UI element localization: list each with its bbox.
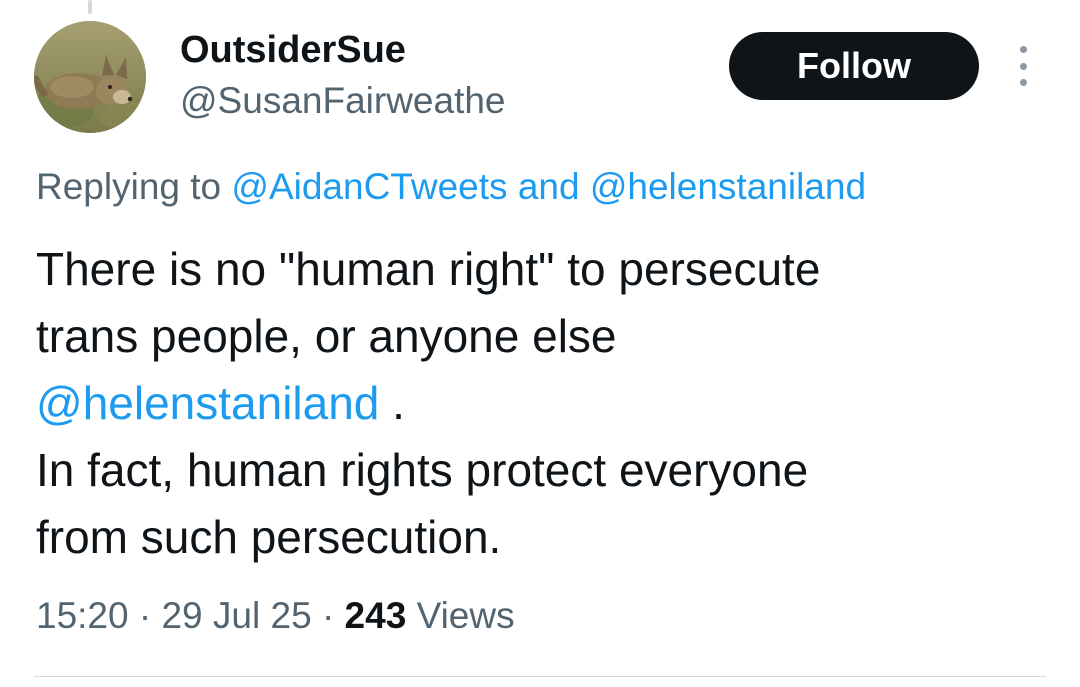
views-label[interactable]: Views: [417, 595, 515, 636]
tweet-text-mention-line: @helenstaniland .: [36, 370, 1046, 437]
reply-context-prefix: Replying to: [36, 166, 222, 207]
meta-separator: ·: [321, 595, 335, 636]
tweet-text-line: There is no "human right" to persecute: [36, 243, 821, 295]
more-dot: [1019, 62, 1027, 70]
author-display-name[interactable]: OutsiderSue: [180, 28, 406, 72]
reply-mention-aidanctweets[interactable]: @AidanCTweets: [231, 166, 507, 207]
reply-context: Replying to @AidanCTweets and @helenstan…: [36, 163, 866, 211]
tweet-mention-suffix: .: [379, 377, 405, 429]
tweet-time[interactable]: 15:20: [36, 595, 129, 636]
meta-separator: ·: [138, 595, 152, 636]
tweet-text: There is no "human right" to persecute t…: [36, 236, 1046, 571]
reply-mention-helenstaniland[interactable]: @helenstaniland: [590, 166, 866, 207]
avatar-image: [34, 21, 146, 133]
thread-connector-line: [88, 0, 92, 14]
reply-context-conjunction[interactable]: and: [518, 166, 580, 207]
tweet-text-line: In fact, human rights protect everyone: [36, 444, 809, 496]
tweet-metadata: 15:20 · 29 Jul 25 · 243 Views: [36, 592, 515, 640]
more-options-icon[interactable]: [1008, 46, 1038, 86]
follow-button[interactable]: Follow: [729, 32, 979, 100]
tweet-text-line: from such persecution.: [36, 511, 502, 563]
divider: [34, 676, 1046, 677]
more-dot: [1019, 79, 1027, 86]
author-handle[interactable]: @SusanFairweathe: [180, 79, 506, 123]
views-count[interactable]: 243: [345, 595, 407, 636]
tweet-text-line: trans people, or anyone else: [36, 310, 617, 362]
avatar[interactable]: [34, 21, 146, 133]
tweet-date[interactable]: 29 Jul 25: [161, 595, 311, 636]
more-dot: [1019, 46, 1027, 53]
tweet-mention-helenstaniland[interactable]: @helenstaniland: [36, 377, 379, 429]
